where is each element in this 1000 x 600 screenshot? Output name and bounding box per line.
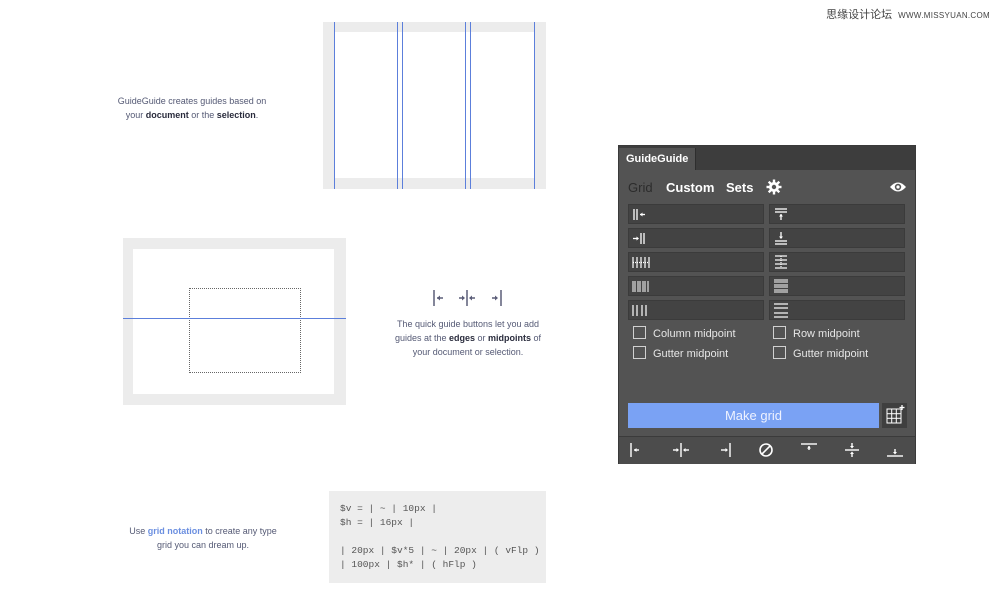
left-edge-guides-button[interactable] — [628, 204, 764, 224]
checkbox-label: Row midpoint — [793, 328, 860, 340]
checkbox-box[interactable] — [633, 326, 646, 339]
columns-illustration — [323, 22, 546, 189]
panel-tab-guideguide[interactable]: GuideGuide — [619, 148, 697, 170]
bottom-edge-guides-button[interactable] — [769, 228, 905, 248]
caption-line: GuideGuide creates guides based on — [117, 96, 267, 106]
code-line: | 20px | $v*5 | ~ | 20px | ( vFlp ) — [340, 545, 540, 556]
nav-grid[interactable]: Grid — [628, 180, 653, 195]
watermark-site: WWW.MISSYUAN.COM — [898, 11, 990, 20]
caption-text: or — [475, 333, 489, 343]
caption-document-selection: GuideGuide creates guides based on your … — [108, 94, 276, 122]
caption-quick-guides: The quick guide buttons let you add guid… — [383, 317, 553, 359]
checkbox-box[interactable] — [773, 326, 786, 339]
horizontal-midpoint-icon[interactable] — [672, 442, 690, 458]
guide-line — [465, 22, 466, 189]
bottom-edge-icon[interactable] — [886, 442, 904, 458]
column-midpoint-guides-button[interactable] — [628, 300, 764, 320]
checkbox-label: Gutter midpoint — [653, 348, 729, 360]
caption-line: your document or selection. — [412, 347, 524, 357]
caption-line: your document or the selection. — [108, 108, 276, 122]
caption-line: grid you can dream up. — [156, 540, 250, 550]
row-guides-button[interactable] — [769, 252, 905, 272]
top-edge-icon[interactable] — [800, 442, 818, 458]
column-midpoint-checkbox[interactable]: Column midpoint — [633, 326, 736, 340]
guideguide-panel: GuideGuide Grid Custom Sets Column midpo… — [618, 145, 916, 464]
nav-sets[interactable]: Sets — [726, 180, 753, 195]
row-midpoint-guides-button[interactable] — [769, 300, 905, 320]
guide-line — [123, 318, 346, 319]
grid-settings-button[interactable] — [882, 403, 907, 428]
column-gutter-midpoint-checkbox[interactable]: Gutter midpoint — [633, 346, 728, 360]
grid-plus-icon — [886, 405, 905, 424]
caption-emphasis: midpoints — [488, 333, 532, 343]
eye-icon[interactable] — [889, 180, 907, 194]
vertical-midpoint-icon[interactable] — [843, 442, 861, 458]
document-area — [335, 32, 534, 178]
column-guides-button[interactable] — [628, 252, 764, 272]
guide-line — [402, 22, 403, 189]
make-grid-button[interactable]: Make grid — [628, 403, 879, 428]
checkbox-label: Gutter midpoint — [793, 348, 869, 360]
watermark: 思缘设计论坛 WWW.MISSYUAN.COM — [826, 6, 990, 22]
guide-line — [534, 22, 535, 189]
checkbox-label: Column midpoint — [653, 328, 736, 340]
watermark-text: 思缘设计论坛 — [826, 9, 893, 21]
left-edge-icon[interactable] — [628, 442, 646, 458]
caption-line: The quick guide buttons let you add — [396, 319, 540, 329]
panel-tab-bar: GuideGuide — [619, 146, 915, 170]
caption-grid-notation: Use grid notation to create any type gri… — [118, 524, 288, 552]
quick-guide-icons — [430, 288, 506, 308]
caption-text: or the — [188, 110, 217, 120]
guide-line — [470, 22, 471, 189]
grid-notation-code: $v = | ~ | 10px | $h = | 16px | | 20px |… — [329, 491, 546, 583]
guide-line — [334, 22, 335, 189]
top-edge-guides-button[interactable] — [769, 204, 905, 224]
row-gutter-guides-button[interactable] — [769, 276, 905, 296]
caption-line: guides at the edges or midpoints of — [383, 331, 553, 345]
selection-marquee — [189, 288, 301, 373]
caption-text: your — [125, 110, 146, 120]
row-gutter-midpoint-checkbox[interactable]: Gutter midpoint — [773, 346, 868, 360]
code-line: | 100px | $h* | ( hFlp ) — [340, 559, 477, 570]
clear-guides-icon[interactable] — [757, 442, 775, 458]
code-line: $v = | ~ | 10px | — [340, 503, 437, 514]
quick-guide-bar — [619, 436, 915, 464]
caption-text: of — [531, 333, 542, 343]
nav-custom[interactable]: Custom — [666, 180, 714, 195]
right-edge-guides-button[interactable] — [628, 228, 764, 248]
right-edge-icon[interactable] — [717, 442, 735, 458]
caption-line: Use grid notation to create any type — [118, 524, 288, 538]
checkbox-box[interactable] — [633, 346, 646, 359]
document-area — [133, 249, 334, 394]
caption-text: Use — [129, 526, 148, 536]
gutter-guides-button[interactable] — [628, 276, 764, 296]
selection-illustration — [123, 238, 346, 405]
gear-icon[interactable] — [766, 179, 782, 195]
code-line: $h = | 16px | — [340, 517, 415, 528]
caption-emphasis: edges — [449, 333, 476, 343]
checkbox-box[interactable] — [773, 346, 786, 359]
caption-emphasis: selection — [216, 110, 256, 120]
caption-text: guides at the — [394, 333, 449, 343]
caption-text: to create any type — [202, 526, 277, 536]
caption-text: . — [255, 110, 259, 120]
row-midpoint-checkbox[interactable]: Row midpoint — [773, 326, 860, 340]
guide-line — [397, 22, 398, 189]
caption-emphasis: document — [145, 110, 189, 120]
grid-notation-link[interactable]: grid notation — [148, 526, 203, 536]
